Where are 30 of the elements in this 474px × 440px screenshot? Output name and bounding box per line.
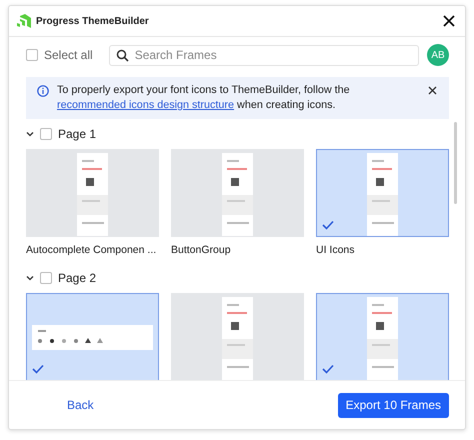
- close-icon[interactable]: [443, 15, 455, 27]
- info-message: To properly export your font icons to ThemeBuilder, follow the recommended icons design structure when creating icons.: [57, 83, 351, 113]
- chevron-icon[interactable]: [26, 274, 34, 282]
- scrollbar[interactable]: [454, 122, 457, 204]
- window-title: Progress ThemeBuilder: [36, 16, 150, 26]
- check-icon: [322, 364, 334, 374]
- design-structure-link[interactable]: recommended icons design structure: [57, 99, 234, 111]
- frame-name: Autocomplete Componen ...: [26, 244, 156, 257]
- page-label: Page 2: [58, 271, 96, 285]
- select-all-checkbox[interactable]: [26, 49, 38, 61]
- check-icon: [322, 220, 334, 230]
- frame-thumbnail[interactable]: [316, 293, 449, 380]
- back-link[interactable]: Back: [59, 394, 102, 416]
- search-icon: [116, 48, 129, 62]
- page-label: Page 1: [58, 127, 96, 141]
- search-field[interactable]: Search Frames: [108, 44, 419, 66]
- export-button[interactable]: Export 10 Frames: [338, 392, 449, 418]
- close-icon[interactable]: [428, 86, 437, 95]
- frame-thumbnail[interactable]: [316, 149, 449, 237]
- frame-name: ButtonGroup: [171, 244, 231, 257]
- page-checkbox[interactable]: [40, 128, 52, 140]
- user-avatar[interactable]: AB: [427, 44, 449, 66]
- check-icon: [32, 364, 44, 374]
- chevron-icon[interactable]: [26, 130, 34, 138]
- select-all-label: Select all: [44, 48, 93, 62]
- info-icon: [37, 85, 49, 97]
- page-checkbox[interactable]: [40, 272, 52, 284]
- logo-icon: [17, 14, 31, 28]
- frame-thumbnail[interactable]: [26, 293, 159, 380]
- frame-name: UI Icons: [316, 244, 355, 257]
